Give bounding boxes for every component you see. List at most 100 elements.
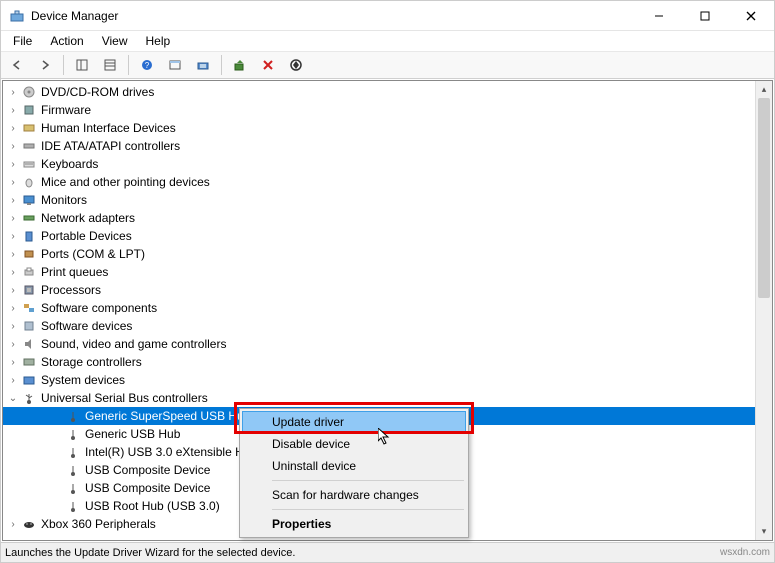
usb-device-icon xyxy=(65,480,81,496)
chevron-right-icon[interactable]: › xyxy=(5,159,21,170)
usb-device-icon xyxy=(65,408,81,424)
minimize-button[interactable] xyxy=(636,1,682,31)
sound-icon xyxy=(21,336,37,352)
scan-button[interactable] xyxy=(191,53,215,77)
toolbar-separator xyxy=(63,55,64,75)
context-menu-disable-device[interactable]: Disable device xyxy=(242,433,466,455)
tree-label: Ports (COM & LPT) xyxy=(41,247,145,261)
chevron-right-icon[interactable]: › xyxy=(5,105,21,116)
context-menu-scan[interactable]: Scan for hardware changes xyxy=(242,484,466,506)
tree-node[interactable]: ›Portable Devices xyxy=(3,227,772,245)
scroll-down-icon[interactable]: ▾ xyxy=(756,523,772,540)
show-hide-tree-button[interactable] xyxy=(70,53,94,77)
chevron-right-icon[interactable]: › xyxy=(5,123,21,134)
toolbar-separator xyxy=(221,55,222,75)
keyboard-icon xyxy=(21,156,37,172)
help-button[interactable]: ? xyxy=(135,53,159,77)
tree-label: USB Composite Device xyxy=(85,481,210,495)
scroll-up-icon[interactable]: ▴ xyxy=(756,81,772,98)
context-menu-separator xyxy=(272,480,464,481)
tree-node[interactable]: › Ports (COM & LPT) xyxy=(3,245,772,263)
chevron-right-icon[interactable]: › xyxy=(5,519,21,530)
tree-label: Intel(R) USB 3.0 eXtensible Ho xyxy=(85,445,250,459)
tree-label: Sound, video and game controllers xyxy=(41,337,226,351)
tree-label: Software components xyxy=(41,301,157,315)
chevron-right-icon[interactable]: › xyxy=(5,339,21,350)
chevron-right-icon[interactable]: › xyxy=(5,357,21,368)
menu-action[interactable]: Action xyxy=(42,32,91,50)
forward-button[interactable] xyxy=(33,53,57,77)
chevron-right-icon[interactable]: › xyxy=(5,375,21,386)
tree-label: USB Composite Device xyxy=(85,463,210,477)
cpu-icon xyxy=(21,282,37,298)
toolbar-separator xyxy=(128,55,129,75)
chevron-right-icon[interactable]: › xyxy=(5,141,21,152)
tree-label: Keyboards xyxy=(41,157,98,171)
back-button[interactable] xyxy=(5,53,29,77)
uninstall-button[interactable] xyxy=(256,53,280,77)
usb-device-icon xyxy=(65,498,81,514)
tree-node[interactable]: › Keyboards xyxy=(3,155,772,173)
tree-label: System devices xyxy=(41,373,125,387)
usb-device-icon xyxy=(65,426,81,442)
tree-label: DVD/CD-ROM drives xyxy=(41,85,154,99)
tree-node[interactable]: › Processors xyxy=(3,281,772,299)
chevron-right-icon[interactable]: › xyxy=(5,231,21,242)
tree-label: Firmware xyxy=(41,103,91,117)
usb-device-icon xyxy=(65,444,81,460)
chevron-right-icon[interactable]: › xyxy=(5,195,21,206)
statusbar: Launches the Update Driver Wizard for th… xyxy=(1,542,774,562)
tree-node[interactable]: ›Monitors xyxy=(3,191,772,209)
softdev-icon xyxy=(21,318,37,334)
tree-node[interactable]: ›Software devices xyxy=(3,317,772,335)
tree-node[interactable]: ›IDE ATA/ATAPI controllers xyxy=(3,137,772,155)
maximize-button[interactable] xyxy=(682,1,728,31)
tree-node[interactable]: ›Storage controllers xyxy=(3,353,772,371)
chevron-right-icon[interactable]: › xyxy=(5,213,21,224)
menu-view[interactable]: View xyxy=(94,32,136,50)
disable-button[interactable] xyxy=(284,53,308,77)
tree-node[interactable]: ›Print queues xyxy=(3,263,772,281)
tree-node[interactable]: › Sound, video and game controllers xyxy=(3,335,772,353)
menubar: File Action View Help xyxy=(1,31,774,51)
tree-node-usb[interactable]: ⌄Universal Serial Bus controllers xyxy=(3,389,772,407)
tree-node[interactable]: › Network adapters xyxy=(3,209,772,227)
chevron-right-icon[interactable]: › xyxy=(5,87,21,98)
context-menu-uninstall-device[interactable]: Uninstall device xyxy=(242,455,466,477)
chevron-right-icon[interactable]: › xyxy=(5,249,21,260)
tree-label: Generic SuperSpeed USB Hub xyxy=(85,409,250,423)
tree-node[interactable]: › System devices xyxy=(3,371,772,389)
tree-node[interactable]: › DVD/CD-ROM drives xyxy=(3,83,772,101)
context-menu-update-driver[interactable]: Update driver xyxy=(242,411,466,433)
chevron-right-icon[interactable]: › xyxy=(5,267,21,278)
usb-icon xyxy=(21,390,37,406)
tree-node[interactable]: › Software components xyxy=(3,299,772,317)
mouse-icon xyxy=(21,174,37,190)
menu-help[interactable]: Help xyxy=(138,32,179,50)
usb-device-icon xyxy=(65,462,81,478)
tree-node[interactable]: › Firmware xyxy=(3,101,772,119)
component-icon xyxy=(21,300,37,316)
properties-button[interactable] xyxy=(98,53,122,77)
close-button[interactable] xyxy=(728,1,774,31)
scroll-thumb[interactable] xyxy=(758,98,770,298)
tree-node[interactable]: ›Mice and other pointing devices xyxy=(3,173,772,191)
network-icon xyxy=(21,210,37,226)
tree-node[interactable]: ›Human Interface Devices xyxy=(3,119,772,137)
chevron-right-icon[interactable]: › xyxy=(5,321,21,332)
context-menu: Update driver Disable device Uninstall d… xyxy=(239,408,469,538)
storage-icon xyxy=(21,354,37,370)
update-driver-button[interactable] xyxy=(228,53,252,77)
action-button[interactable] xyxy=(163,53,187,77)
tree-label: Network adapters xyxy=(41,211,135,225)
chevron-right-icon[interactable]: › xyxy=(5,285,21,296)
vertical-scrollbar[interactable]: ▴ ▾ xyxy=(755,81,772,540)
context-menu-properties[interactable]: Properties xyxy=(242,513,466,535)
menu-file[interactable]: File xyxy=(5,32,40,50)
tree-label: Processors xyxy=(41,283,101,297)
chevron-right-icon[interactable]: › xyxy=(5,303,21,314)
monitor-icon xyxy=(21,192,37,208)
hid-icon xyxy=(21,120,37,136)
chevron-down-icon[interactable]: ⌄ xyxy=(5,393,21,404)
chevron-right-icon[interactable]: › xyxy=(5,177,21,188)
